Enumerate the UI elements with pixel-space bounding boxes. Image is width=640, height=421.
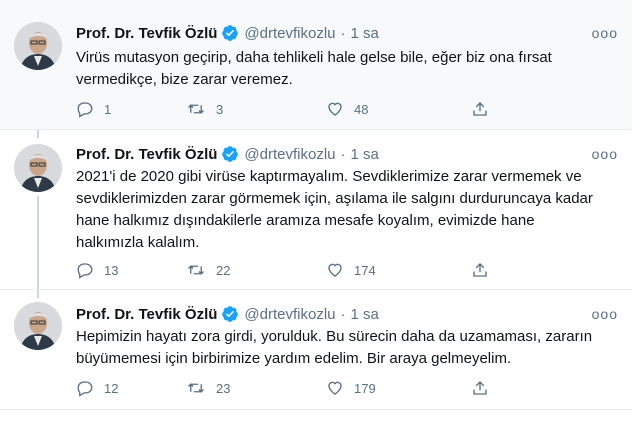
- like-count: 48: [354, 101, 369, 117]
- verified-badge-icon: [221, 305, 239, 323]
- reply-count: 1: [104, 101, 112, 117]
- tweet-text-line: Virüs mutasyon geçirip, daha tehlikeli h…: [76, 49, 552, 66]
- more-icon[interactable]: ooo: [592, 146, 618, 162]
- author-name[interactable]: Prof. Dr. Tevfik Özlü: [76, 306, 217, 323]
- reply-button[interactable]: 1: [76, 100, 186, 118]
- retweet-icon: [188, 104, 204, 114]
- more-icon[interactable]: ooo: [592, 306, 618, 322]
- heart-icon: [328, 381, 342, 395]
- tweet-text: Virüs mutasyon geçirip, daha tehlikeli h…: [76, 47, 618, 91]
- retweet-count: 22: [216, 262, 231, 278]
- like-button[interactable]: 174: [326, 261, 471, 279]
- share-icon: [473, 263, 487, 277]
- tweet-text-line: Hepimizin hayatı zora girdi, yorulduk. B…: [76, 328, 593, 345]
- tweet-actions: 13 22 174: [76, 260, 536, 280]
- tweet-text-line: sevdiklerimizden zarar görmemek için, aş…: [76, 190, 593, 207]
- retweet-count: 3: [216, 101, 224, 117]
- separator: ·: [340, 305, 346, 323]
- reply-button[interactable]: 12: [76, 379, 186, 397]
- retweet-button[interactable]: 22: [186, 261, 326, 279]
- like-button[interactable]: 179: [326, 379, 471, 397]
- like-count: 174: [354, 262, 376, 278]
- reply-button[interactable]: 13: [76, 261, 186, 279]
- share-button[interactable]: [471, 100, 489, 118]
- author-handle[interactable]: @drtevfikozlu: [244, 25, 335, 42]
- tweet[interactable]: Prof. Dr. Tevfik Özlü @drtevfikozlu · 1 …: [0, 130, 632, 290]
- tweet-text-line: hane halkımız dışındakilerle aramıza mes…: [76, 212, 535, 229]
- tweet[interactable]: Prof. Dr. Tevfik Özlü @drtevfikozlu · 1 …: [0, 0, 632, 130]
- tweet-timestamp[interactable]: 1 sa: [351, 306, 379, 323]
- retweet-button[interactable]: 23: [186, 379, 326, 397]
- tweet-timestamp[interactable]: 1 sa: [351, 25, 379, 42]
- separator: ·: [340, 145, 346, 163]
- avatar[interactable]: [14, 302, 62, 350]
- avatar[interactable]: [14, 22, 62, 70]
- tweet-actions: 12 23 179: [76, 378, 536, 398]
- more-icon[interactable]: ooo: [592, 25, 618, 41]
- tweet-text-line: 2021'i de 2020 gibi virüse kaptırmayalım…: [76, 168, 582, 185]
- tweet-timestamp[interactable]: 1 sa: [351, 146, 379, 163]
- like-button[interactable]: 48: [326, 100, 471, 118]
- retweet-button[interactable]: 3: [186, 100, 326, 118]
- author-name[interactable]: Prof. Dr. Tevfik Özlü: [76, 146, 217, 163]
- reply-icon: [77, 263, 93, 279]
- avatar[interactable]: [14, 144, 62, 192]
- retweet-icon: [188, 265, 204, 275]
- author-handle[interactable]: @drtevfikozlu: [244, 146, 335, 163]
- tweet-header: Prof. Dr. Tevfik Özlü @drtevfikozlu · 1 …: [76, 304, 618, 324]
- tweet-header: Prof. Dr. Tevfik Özlü @drtevfikozlu · 1 …: [76, 23, 618, 43]
- tweet-text: 2021'i de 2020 gibi virüse kaptırmayalım…: [76, 166, 618, 254]
- share-button[interactable]: [471, 261, 489, 279]
- tweet[interactable]: Prof. Dr. Tevfik Özlü @drtevfikozlu · 1 …: [0, 290, 632, 410]
- share-icon: [473, 381, 487, 395]
- like-count: 179: [354, 380, 376, 396]
- heart-icon: [328, 102, 342, 116]
- tweet-text-line: vermedikçe, bize zarar veremez.: [76, 71, 293, 88]
- share-icon: [473, 102, 487, 116]
- tweet-actions: 1 3 48: [76, 99, 536, 119]
- tweet-text-line: büyümemesi için birbirimize yardım edeli…: [76, 350, 512, 367]
- verified-badge-icon: [221, 24, 239, 42]
- verified-badge-icon: [221, 145, 239, 163]
- tweet-text: Hepimizin hayatı zora girdi, yorulduk. B…: [76, 326, 618, 370]
- reply-count: 12: [104, 380, 119, 396]
- author-name[interactable]: Prof. Dr. Tevfik Özlü: [76, 25, 217, 42]
- tweet-header: Prof. Dr. Tevfik Özlü @drtevfikozlu · 1 …: [76, 144, 618, 164]
- retweet-icon: [188, 383, 204, 393]
- share-button[interactable]: [471, 379, 489, 397]
- separator: ·: [340, 24, 346, 42]
- heart-icon: [328, 263, 342, 277]
- retweet-count: 23: [216, 380, 231, 396]
- reply-count: 13: [104, 262, 119, 278]
- author-handle[interactable]: @drtevfikozlu: [244, 306, 335, 323]
- tweet-text-line: halkımızla kalalım.: [76, 234, 200, 251]
- reply-icon: [77, 381, 93, 397]
- reply-icon: [77, 102, 93, 118]
